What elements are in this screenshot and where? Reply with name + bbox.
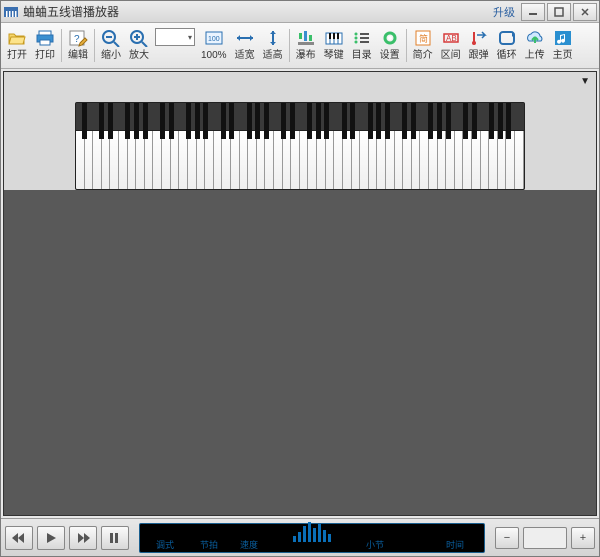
- vol-up-button[interactable]: +: [571, 527, 595, 549]
- follow-button[interactable]: 跟弹: [465, 25, 493, 66]
- vol-down-button[interactable]: −: [495, 527, 519, 549]
- edit-icon: ?: [68, 27, 88, 49]
- separator: [289, 29, 290, 62]
- minimize-button[interactable]: [521, 3, 545, 21]
- piano-icon: [324, 27, 344, 49]
- zoom-in-label: 放大: [129, 49, 149, 63]
- upload-label: 上传: [525, 49, 545, 63]
- music-note-icon: [553, 27, 573, 49]
- home-button[interactable]: 主页: [549, 25, 577, 66]
- prev-button[interactable]: [5, 526, 33, 550]
- svg-text:AB: AB: [446, 34, 457, 43]
- stop-button[interactable]: [101, 526, 129, 550]
- beat-label: 节拍: [200, 538, 218, 551]
- print-label: 打印: [35, 49, 55, 63]
- keyboard-label: 琴键: [324, 49, 344, 63]
- home-label: 主页: [553, 49, 573, 63]
- zoom-100-icon: 100: [204, 27, 224, 49]
- next-button[interactable]: [69, 526, 97, 550]
- piano-keyboard[interactable]: [75, 102, 525, 190]
- zoom-combobox[interactable]: [155, 28, 195, 46]
- edit-button[interactable]: ? 编辑: [64, 25, 92, 66]
- zoom-100-button[interactable]: 100 100%: [197, 25, 231, 66]
- intro-label: 简介: [413, 49, 433, 63]
- content-area: ▼: [3, 71, 597, 516]
- white-keys[interactable]: [76, 131, 524, 190]
- collapse-icon[interactable]: ▼: [580, 76, 590, 87]
- toolbar: 打开 打印 ? 编辑 缩小 放大 100 100% 适宽: [1, 23, 599, 69]
- maximize-button[interactable]: [547, 3, 571, 21]
- app-icon: [3, 4, 19, 20]
- upgrade-link[interactable]: 升级: [493, 4, 515, 20]
- gear-icon: [380, 27, 400, 49]
- toc-label: 目录: [352, 49, 372, 63]
- zoom-in-button[interactable]: 放大: [125, 25, 153, 66]
- close-button[interactable]: [573, 3, 597, 21]
- folder-open-icon: [7, 27, 27, 49]
- fit-height-label: 适高: [263, 49, 283, 63]
- zoom-100-label: 100%: [201, 49, 227, 63]
- keyboard-button[interactable]: 琴键: [320, 25, 348, 66]
- app-window: 蛐蛐五线谱播放器 升级 打开 打印 ? 编辑 缩小 放大: [0, 0, 600, 557]
- svg-text:简: 简: [419, 33, 428, 44]
- upload-button[interactable]: 上传: [521, 25, 549, 66]
- titlebar: 蛐蛐五线谱播放器 升级: [1, 1, 599, 23]
- open-button[interactable]: 打开: [3, 25, 31, 66]
- zoom-select[interactable]: [153, 25, 197, 66]
- time-label: 时间: [446, 538, 464, 551]
- info-icon: 简: [413, 27, 433, 49]
- settings-button[interactable]: 设置: [376, 25, 404, 66]
- vol-slider[interactable]: [523, 527, 567, 549]
- playbar: 调式 节拍 速度 小节 时间 − +: [1, 518, 599, 556]
- open-label: 打开: [7, 49, 27, 63]
- fit-width-button[interactable]: 适宽: [231, 25, 259, 66]
- print-button[interactable]: 打印: [31, 25, 59, 66]
- fit-width-label: 适宽: [235, 49, 255, 63]
- fit-height-icon: [263, 27, 283, 49]
- separator: [61, 29, 62, 62]
- play-button[interactable]: [37, 526, 65, 550]
- list-icon: [352, 27, 372, 49]
- range-label: 区间: [441, 49, 461, 63]
- piano-frame: [76, 103, 524, 131]
- tempo-label: 速度: [240, 538, 258, 551]
- loop-label: 循环: [497, 49, 517, 63]
- score-panel: ▼: [4, 72, 596, 190]
- edit-label: 编辑: [68, 49, 88, 63]
- svg-text:100: 100: [208, 36, 220, 43]
- app-title: 蛐蛐五线谱播放器: [23, 3, 493, 20]
- intro-button[interactable]: 简 简介: [409, 25, 437, 66]
- waterfall-button[interactable]: 瀑布: [292, 25, 320, 66]
- range-button[interactable]: AB 区间: [437, 25, 465, 66]
- window-controls: [519, 3, 597, 21]
- mode-label: 调式: [156, 538, 174, 551]
- zoom-out-label: 缩小: [101, 49, 121, 63]
- waterfall-label: 瀑布: [296, 49, 316, 63]
- zoom-in-icon: [129, 27, 149, 49]
- loop-icon: [497, 27, 517, 49]
- fit-height-button[interactable]: 适高: [259, 25, 287, 66]
- fit-width-icon: [235, 27, 255, 49]
- zoom-out-button[interactable]: 缩小: [97, 25, 125, 66]
- visualizer-bars: [293, 520, 331, 542]
- loop-button[interactable]: 循环: [493, 25, 521, 66]
- range-icon: AB: [441, 27, 461, 49]
- zoom-out-icon: [101, 27, 121, 49]
- printer-icon: [35, 27, 55, 49]
- svg-text:?: ?: [74, 34, 80, 45]
- toc-button[interactable]: 目录: [348, 25, 376, 66]
- upload-icon: [525, 27, 545, 49]
- follow-label: 跟弹: [469, 49, 489, 63]
- settings-label: 设置: [380, 49, 400, 63]
- status-display: 调式 节拍 速度 小节 时间: [139, 523, 485, 553]
- separator: [94, 29, 95, 62]
- follow-icon: [469, 27, 489, 49]
- measure-label: 小节: [366, 538, 384, 551]
- separator: [406, 29, 407, 62]
- waterfall-icon: [296, 27, 316, 49]
